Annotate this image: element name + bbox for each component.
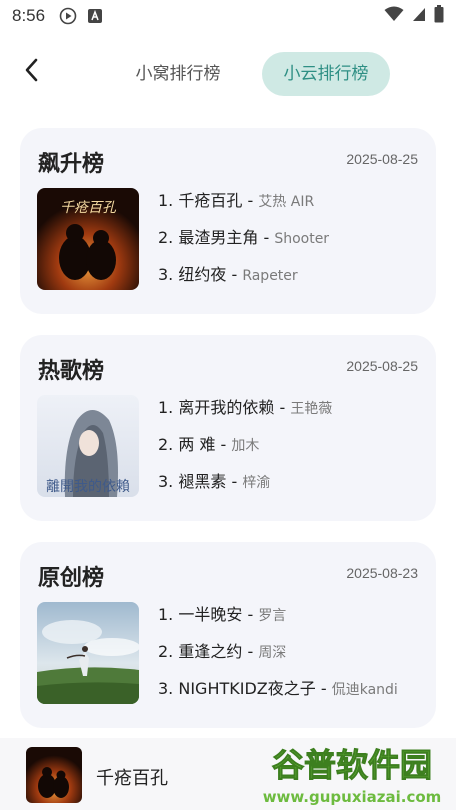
song-item[interactable]: 3. NIGHTKIDZ夜之子 - 侃迪kandi [158, 676, 428, 713]
card-date: 2025-08-25 [346, 358, 418, 374]
song-item[interactable]: 2. 最渣男主角 - Shooter [158, 225, 428, 262]
svg-text:www.gupuxiazai.com: www.gupuxiazai.com [263, 788, 442, 806]
song-list: 1. 离开我的依赖 - 王艳薇 2. 两 难 - 加木 3. 褪黑素 - 梓渝 [158, 395, 428, 506]
song-item[interactable]: 1. 离开我的依赖 - 王艳薇 [158, 395, 428, 432]
play-circle-icon [59, 7, 77, 25]
song-item[interactable]: 1. 千疮百孔 - 艾热 AIR [158, 188, 428, 225]
app-a-icon [87, 8, 103, 24]
cover-image: 離開我的依賴 [37, 395, 139, 497]
cover-image: 千疮百孔 [37, 188, 139, 290]
tab-xiaoyun-ranking[interactable]: 小云排行榜 [262, 52, 390, 96]
card-date: 2025-08-23 [346, 565, 418, 581]
chart-card-original[interactable]: 原创榜 2025-08-23 1. 一半晚安 - 罗言 2. 重逢之约 - 周深… [20, 542, 436, 728]
svg-text:谷普软件园: 谷普软件园 [272, 746, 432, 784]
song-item[interactable]: 1. 一半晚安 - 罗言 [158, 602, 428, 639]
song-item[interactable]: 2. 两 难 - 加木 [158, 432, 428, 469]
card-title: 热歌榜 [38, 359, 105, 384]
player-song-title: 千疮百孔 [96, 768, 168, 789]
back-button[interactable] [16, 56, 48, 88]
card-title: 原创榜 [38, 566, 105, 591]
card-date: 2025-08-25 [346, 151, 418, 167]
song-list: 1. 千疮百孔 - 艾热 AIR 2. 最渣男主角 - Shooter 3. 纽… [158, 188, 428, 299]
wifi-icon [384, 6, 404, 26]
cover-title-text: 千疮百孔 [60, 200, 117, 216]
card-title: 飙升榜 [38, 152, 105, 177]
cell-signal-icon [412, 6, 426, 26]
battery-icon [434, 5, 444, 27]
chart-card-soaring[interactable]: 飙升榜 2025-08-25 千疮百孔 1. 千疮百孔 - 艾热 AIR 2. … [20, 128, 436, 314]
cover-title-text: 離開我的依賴 [46, 478, 130, 495]
status-bar: 8:56 [0, 0, 456, 32]
player-cover-image [26, 747, 82, 803]
song-list: 1. 一半晚安 - 罗言 2. 重逢之约 - 周深 3. NIGHTKIDZ夜之… [158, 602, 428, 713]
chevron-left-icon [22, 57, 42, 87]
song-item[interactable]: 3. 纽约夜 - Rapeter [158, 262, 428, 299]
status-time: 8:56 [12, 6, 46, 25]
song-item[interactable]: 3. 褪黑素 - 梓渝 [158, 469, 428, 506]
chart-card-hot-songs[interactable]: 热歌榜 2025-08-25 離開我的依賴 1. 离开我的依赖 - 王艳薇 2.… [20, 335, 436, 521]
tab-xiaowo-ranking[interactable]: 小窝排行榜 [120, 52, 236, 96]
cover-image [37, 602, 139, 704]
watermark-logo: 谷普软件园 www.gupuxiazai.com [246, 740, 456, 810]
top-bar: 小窝排行榜 小云排行榜 [0, 44, 456, 100]
song-item[interactable]: 2. 重逢之约 - 周深 [158, 639, 428, 676]
